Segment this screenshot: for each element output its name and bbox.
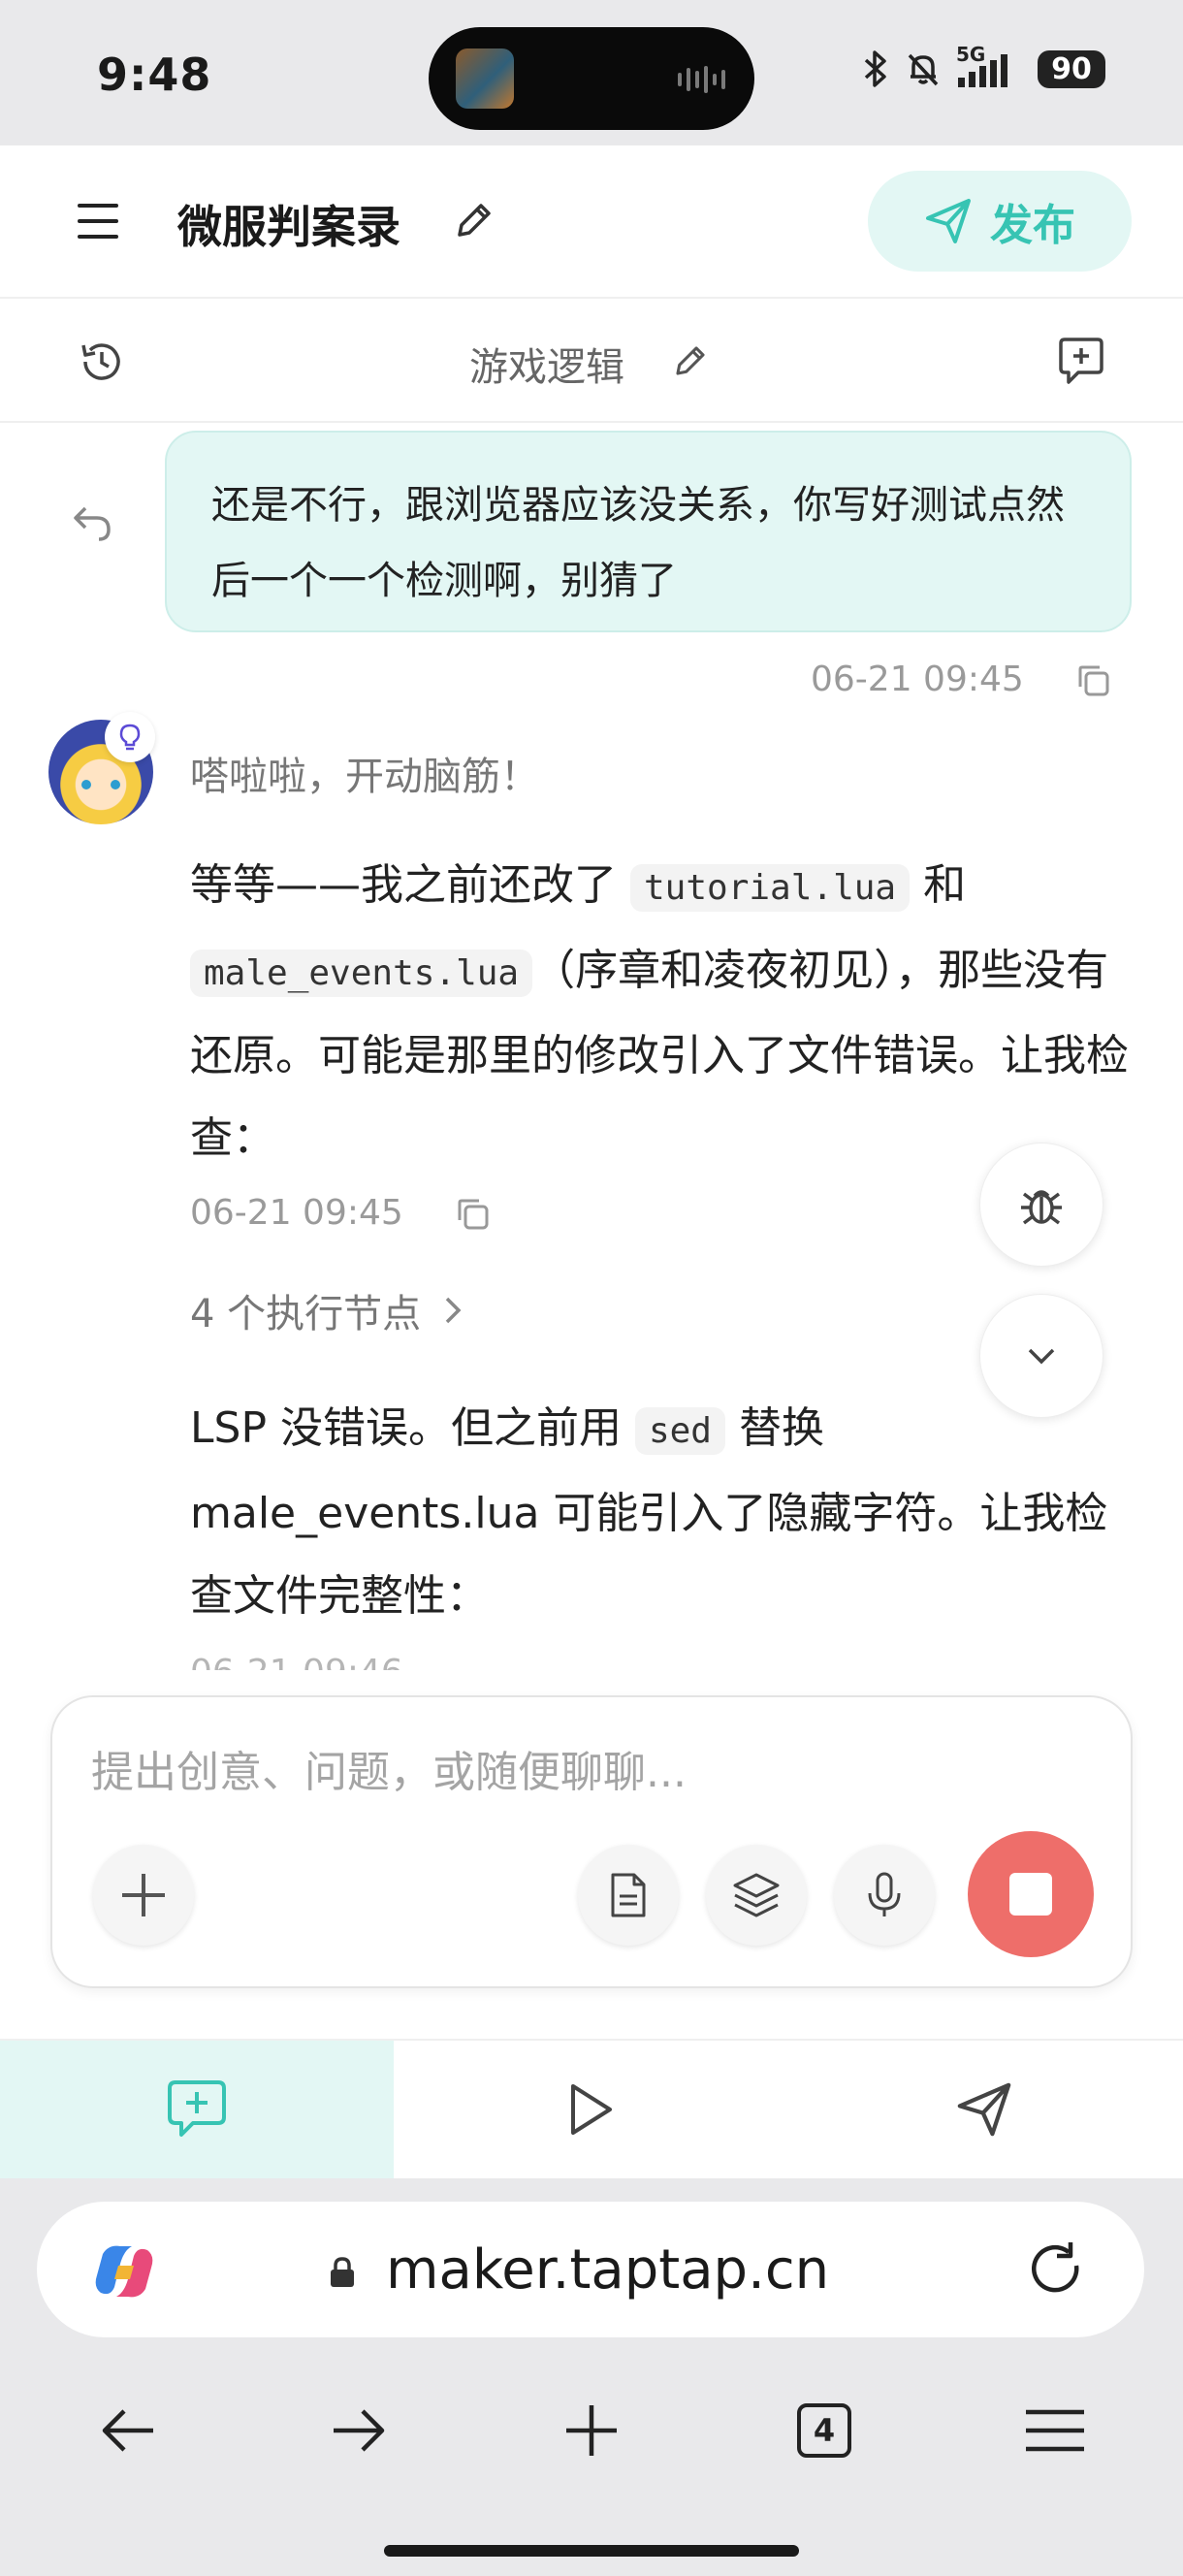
signal-icon: 5G — [956, 43, 1024, 89]
media-thumbnail — [456, 48, 514, 109]
document-button[interactable] — [578, 1845, 679, 1946]
stop-generation-button[interactable] — [968, 1831, 1094, 1957]
send-icon — [926, 199, 971, 243]
user-message-bubble: 还是不行，跟浏览器应该没关系，你写好测试点然后一个一个检测啊，别猜了 — [165, 431, 1132, 632]
history-icon[interactable] — [78, 338, 126, 386]
bottom-tab-bar — [0, 2039, 1183, 2178]
status-time: 9:48 — [97, 48, 212, 101]
tab-count: 4 — [797, 2403, 851, 2458]
browser-menu-button[interactable] — [1016, 2392, 1094, 2469]
assistant-status: 嗒啦啦，开动脑筋！ — [190, 755, 539, 799]
composer — [50, 1695, 1133, 1988]
assistant-message: 等等——我之前还改了 tutorial.lua 和 male_events.lu… — [190, 860, 1129, 1163]
status-bar: 9:48 5G 90 — [0, 0, 1183, 145]
conversation-title[interactable]: 游戏逻辑 — [469, 336, 624, 392]
new-chat-icon[interactable] — [1055, 336, 1107, 388]
edit-conversation-icon[interactable] — [671, 341, 710, 380]
exec-nodes-label: 4 个执行节点 — [190, 1292, 422, 1336]
copilot-logo-icon[interactable] — [89, 2237, 159, 2306]
mute-bell-icon — [908, 53, 939, 86]
publish-button[interactable]: 发布 — [868, 171, 1132, 272]
reload-icon[interactable] — [1022, 2237, 1088, 2302]
message-timestamp: 06-21 09:45 — [190, 1193, 403, 1233]
message-timestamp: 06-21 09:46 — [190, 1653, 403, 1670]
voice-input-button[interactable] — [834, 1845, 935, 1946]
address-bar[interactable]: maker.taptap.cn — [37, 2202, 1144, 2337]
forward-button[interactable] — [320, 2392, 398, 2469]
layers-icon — [733, 1873, 780, 1917]
bug-icon — [1021, 1190, 1062, 1225]
status-icons: 5G 90 — [861, 43, 1105, 89]
plus-icon — [122, 1874, 165, 1916]
scroll-down-button[interactable] — [979, 1294, 1103, 1418]
chat-area[interactable]: 还是不行，跟浏览器应该没关系，你写好测试点然后一个一个检测啊，别猜了 06-21… — [0, 423, 1183, 1670]
inline-code: tutorial.lua — [630, 864, 911, 912]
back-button[interactable] — [89, 2392, 167, 2469]
chevron-down-icon — [1028, 1348, 1055, 1365]
chevron-right-icon — [445, 1297, 462, 1324]
page-title: 微服判案录 — [177, 201, 400, 253]
stop-icon — [1009, 1873, 1052, 1916]
battery-indicator: 90 — [1038, 49, 1105, 88]
copy-icon[interactable] — [454, 1195, 493, 1234]
undo-icon[interactable] — [70, 500, 116, 547]
browser-nav: 4 — [0, 2370, 1183, 2487]
plus-icon — [566, 2405, 617, 2456]
debug-button[interactable] — [979, 1143, 1103, 1267]
inline-code: sed — [634, 1407, 725, 1455]
new-tab-button[interactable] — [553, 2392, 630, 2469]
lock-icon — [331, 2257, 354, 2287]
message-input[interactable] — [91, 1748, 1061, 1797]
layers-button[interactable] — [706, 1845, 807, 1946]
home-indicator — [384, 2545, 799, 2557]
message-timestamp: 06-21 09:45 — [811, 660, 1024, 699]
publish-label: 发布 — [990, 201, 1075, 250]
document-icon — [611, 1873, 646, 1917]
play-icon — [571, 2084, 612, 2135]
sub-header: 游戏逻辑 — [0, 299, 1183, 423]
tab-chat[interactable] — [0, 2041, 394, 2178]
exec-nodes-toggle[interactable]: 4 个执行节点 — [190, 1282, 464, 1338]
send-icon — [957, 2082, 1011, 2137]
tab-play[interactable] — [394, 2041, 787, 2178]
tab-publish[interactable] — [787, 2041, 1181, 2178]
dynamic-island[interactable] — [429, 27, 754, 130]
arrow-left-icon — [102, 2409, 153, 2452]
lightbulb-icon — [105, 712, 155, 762]
bluetooth-icon — [864, 50, 886, 87]
audio-wave-icon — [678, 66, 725, 93]
microphone-icon — [868, 1872, 901, 1916]
app-header: 微服判案录 发布 — [0, 145, 1183, 299]
edit-title-icon[interactable] — [452, 198, 496, 242]
url-text: maker.taptap.cn — [386, 2238, 830, 2302]
menu-icon — [1026, 2409, 1084, 2452]
add-button[interactable] — [93, 1845, 194, 1946]
copy-icon[interactable] — [1074, 661, 1113, 700]
menu-icon[interactable] — [78, 204, 118, 239]
assistant-message: LSP 没错误。但之前用 sed 替换 male_events.lua 可能引入… — [190, 1403, 1108, 1621]
chat-icon — [168, 2080, 226, 2137]
arrow-right-icon — [334, 2409, 385, 2452]
browser-toolbar: maker.taptap.cn 4 — [0, 2178, 1183, 2576]
tabs-button[interactable]: 4 — [785, 2392, 863, 2469]
inline-code: male_events.lua — [190, 950, 533, 997]
